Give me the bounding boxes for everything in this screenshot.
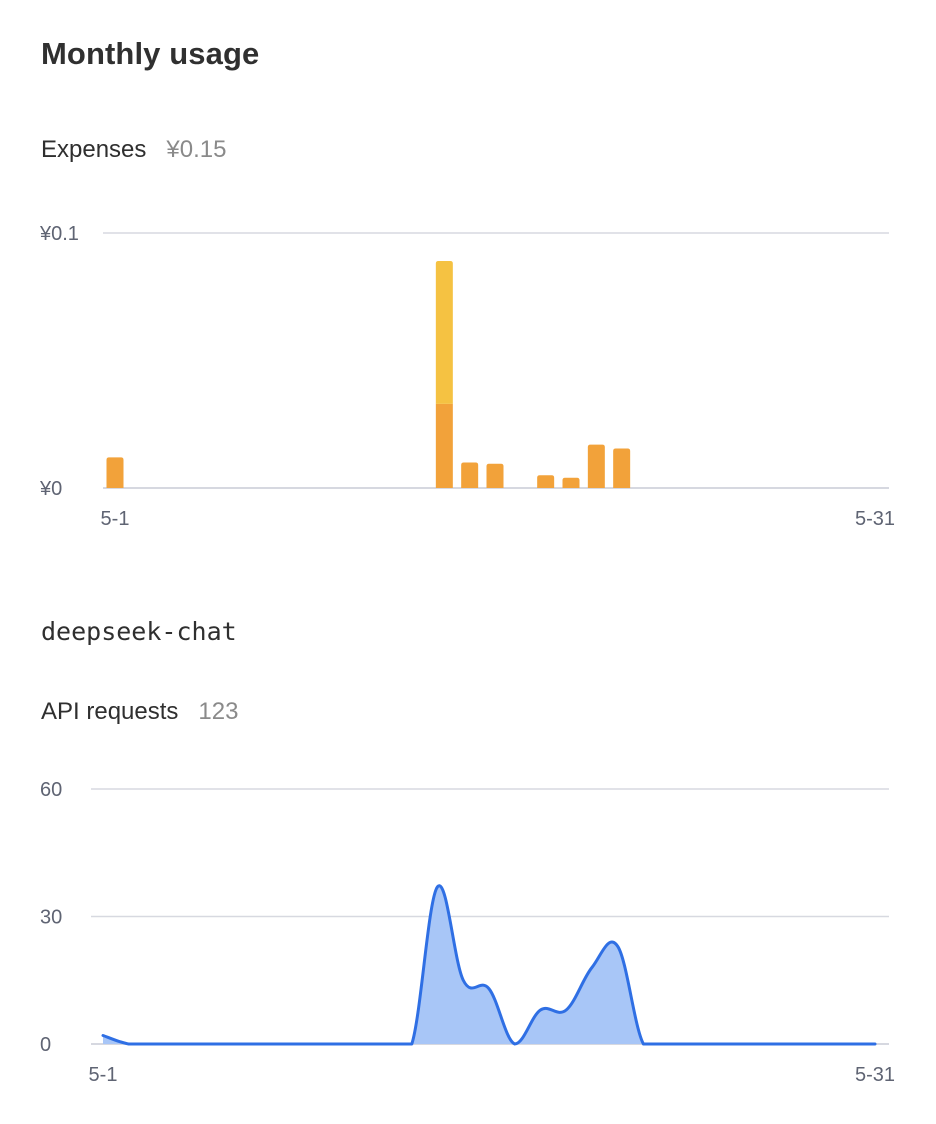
api-requests-summary: API requests 123 bbox=[41, 698, 238, 726]
expenses-y-tick-label: ¥0.1 bbox=[39, 223, 79, 245]
expenses-bar-segment bbox=[537, 475, 555, 488]
expenses-bar-segment bbox=[461, 462, 479, 488]
expenses-gridlines bbox=[103, 232, 889, 489]
expenses-label: Expenses bbox=[41, 136, 147, 163]
expenses-total: ¥0.15 bbox=[166, 136, 227, 163]
expenses-bar-segment bbox=[587, 444, 605, 488]
expenses-x-tick-label: 5-31 bbox=[855, 508, 895, 530]
api-requests-area-chart: 0 30 60 5-1 5-31 bbox=[40, 779, 895, 1086]
requests-x-tick-label: 5-1 bbox=[89, 1064, 118, 1086]
expenses-bar-segment bbox=[435, 403, 453, 488]
model-name: deepseek-chat bbox=[41, 617, 237, 646]
api-requests-total: 123 bbox=[198, 698, 239, 725]
requests-y-tick-label: 60 bbox=[40, 779, 62, 801]
requests-x-tick-label: 5-31 bbox=[855, 1064, 895, 1086]
page-title: Monthly usage bbox=[41, 36, 260, 71]
expenses-bar-segment bbox=[613, 448, 631, 488]
expenses-x-tick-label: 5-1 bbox=[101, 508, 130, 530]
expenses-summary: Expenses ¥0.15 bbox=[41, 136, 226, 164]
expenses-bars bbox=[106, 261, 631, 488]
requests-y-tick-label: 0 bbox=[40, 1034, 51, 1056]
expenses-bar-segment bbox=[562, 477, 580, 488]
requests-area-fill bbox=[103, 885, 875, 1044]
expenses-bar-segment bbox=[486, 463, 504, 488]
requests-y-tick-label: 30 bbox=[40, 907, 62, 929]
api-requests-label: API requests bbox=[41, 698, 179, 725]
expenses-bar-segment bbox=[106, 457, 124, 488]
expenses-y-tick-label: ¥0 bbox=[39, 478, 62, 500]
expenses-bar-segment bbox=[435, 261, 453, 404]
requests-area bbox=[101, 884, 877, 1046]
expenses-bar-chart: ¥0 ¥0.1 5-1 5-31 bbox=[39, 223, 895, 530]
